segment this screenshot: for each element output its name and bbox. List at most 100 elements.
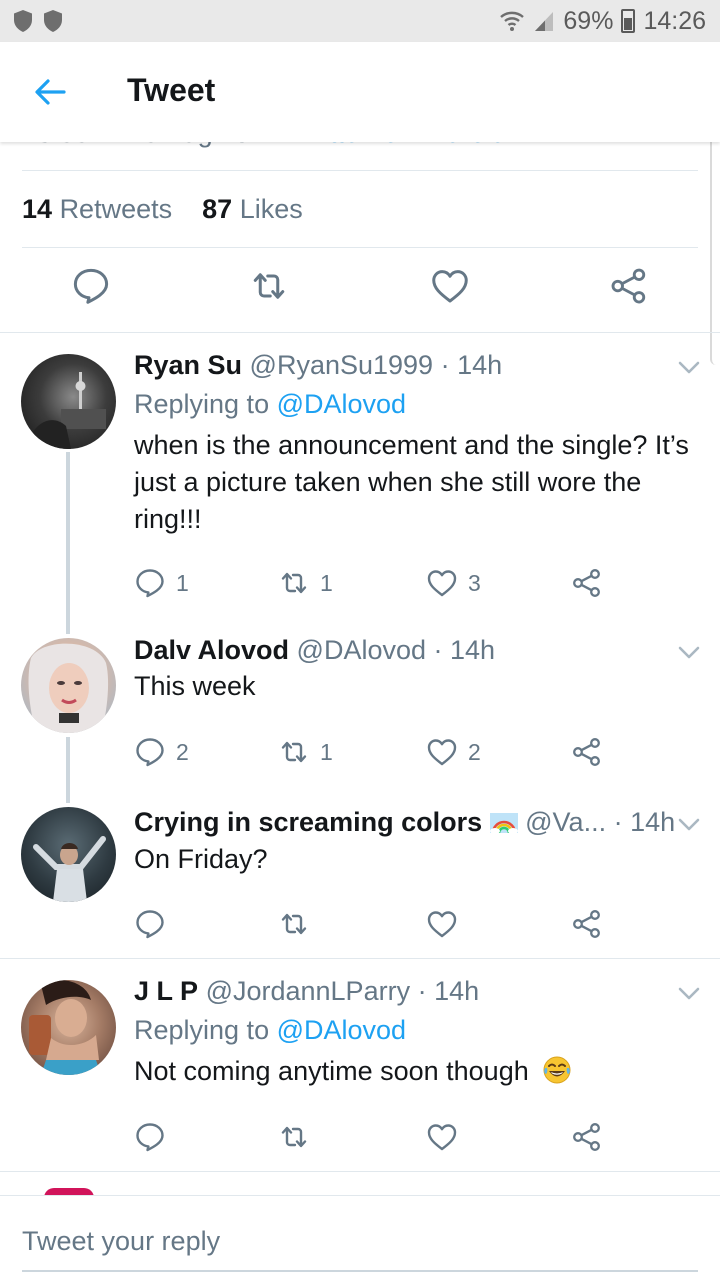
divider [22, 247, 698, 248]
share-icon [571, 736, 603, 768]
retweet-icon [278, 736, 310, 768]
chevron-down-icon[interactable] [678, 987, 700, 1001]
rainbow-emoji-icon [489, 813, 518, 834]
tears-of-joy-emoji-icon [543, 1056, 571, 1084]
likes-stat[interactable]: 87 Likes [202, 194, 303, 224]
display-name[interactable]: Ryan Su [134, 350, 242, 380]
reply-icon [134, 567, 166, 599]
chevron-down-icon[interactable] [678, 818, 700, 832]
like-icon [426, 567, 458, 599]
input-underline [22, 1270, 698, 1272]
shield-icon [14, 10, 32, 32]
reply-time: · 14h [440, 350, 503, 380]
avatar-image [29, 980, 101, 1075]
shield-icon [44, 10, 62, 32]
user-handle[interactable]: @Va... [525, 807, 606, 837]
like-button[interactable]: 2 [426, 736, 481, 768]
reply-header: Crying in screaming colors @Va... · 14h [134, 807, 675, 838]
reply-header: J L P @JordannLParry · 14h [134, 976, 479, 1007]
retweet-button[interactable] [278, 908, 310, 940]
retweet-icon [278, 1121, 310, 1153]
display-name[interactable]: Crying in screaming colors [134, 807, 482, 837]
reply-time: · 14h [417, 976, 480, 1006]
reply-icon[interactable] [71, 266, 111, 306]
reply-text: when is the announcement and the single?… [134, 430, 689, 534]
replying-to: Replying to @DAlovod [134, 389, 406, 420]
display-name[interactable]: Dalv Alovod [134, 635, 289, 665]
reply-input[interactable]: Tweet your reply [22, 1226, 220, 1257]
retweet-count: 1 [320, 569, 333, 596]
share-button[interactable] [571, 908, 603, 940]
retweet-count: 1 [320, 738, 333, 765]
reply-text: On Friday? [134, 844, 268, 874]
reply-text: Not coming anytime soon though [134, 1053, 694, 1090]
like-button[interactable] [426, 908, 458, 940]
reply-text: This week [134, 671, 256, 701]
reply-time: · 14h [433, 635, 496, 665]
like-button[interactable] [426, 1121, 458, 1153]
retweet-button[interactable] [278, 1121, 310, 1153]
reply-button[interactable]: 1 [134, 567, 189, 599]
like-count: 2 [468, 738, 481, 765]
share-icon [571, 908, 603, 940]
reply-header: Ryan Su @RyanSu1999 · 14h [134, 350, 502, 381]
like-button[interactable]: 3 [426, 567, 481, 599]
reply-button[interactable] [134, 1121, 166, 1153]
share-icon [571, 567, 603, 599]
avatar[interactable] [21, 354, 116, 449]
divider [0, 958, 720, 959]
scrollbar[interactable] [710, 125, 720, 365]
replying-to: Replying to @DAlovod [134, 1015, 406, 1046]
avatar-image [28, 643, 109, 733]
avatar-image [33, 836, 106, 902]
avatar[interactable] [21, 807, 116, 902]
wifi-icon [500, 11, 525, 31]
signal-icon [535, 12, 554, 31]
display-name[interactable]: J L P [134, 976, 198, 1006]
divider [22, 170, 698, 171]
notification-icons [12, 9, 64, 33]
replying-handle[interactable]: @DAlovod [277, 1015, 406, 1045]
reply-icon [134, 1121, 166, 1153]
user-handle[interactable]: @JordannLParry [206, 976, 411, 1006]
avatar[interactable] [21, 980, 116, 1075]
reply-count: 1 [176, 569, 189, 596]
user-handle[interactable]: @DAlovod [297, 635, 426, 665]
thread-line [66, 737, 70, 803]
share-icon [571, 1121, 603, 1153]
replying-handle[interactable]: @DAlovod [277, 389, 406, 419]
retweet-icon[interactable] [249, 266, 289, 306]
chevron-down-icon[interactable] [678, 361, 700, 375]
reply-icon [134, 736, 166, 768]
retweets-count: 14 [22, 194, 53, 224]
retweet-icon [278, 567, 310, 599]
share-icon[interactable] [609, 266, 649, 306]
replying-prefix: Replying to [134, 389, 270, 419]
share-button[interactable] [571, 1121, 603, 1153]
avatar[interactable] [21, 638, 116, 733]
retweets-stat[interactable]: 14 Retweets [22, 194, 172, 224]
retweet-button[interactable]: 1 [278, 567, 333, 599]
battery-icon [621, 9, 636, 33]
like-icon[interactable] [430, 266, 470, 306]
chevron-down-icon[interactable] [678, 646, 700, 660]
divider [0, 332, 720, 333]
share-button[interactable] [571, 567, 603, 599]
user-handle[interactable]: @RyanSu1999 [250, 350, 434, 380]
reply-count: 2 [176, 738, 189, 765]
reply-button[interactable] [134, 908, 166, 940]
reply-header: Dalv Alovod @DAlovod · 14h [134, 635, 495, 666]
system-indicators: 69% 14:26 [499, 0, 706, 42]
reply-button[interactable]: 2 [134, 736, 189, 768]
status-bar: 69% 14:26 [0, 0, 720, 42]
retweet-button[interactable]: 1 [278, 736, 333, 768]
back-arrow-icon[interactable] [30, 72, 70, 112]
share-button[interactable] [571, 736, 603, 768]
clock: 14:26 [643, 6, 706, 35]
reply-compose-bar[interactable]: Tweet your reply [0, 1195, 720, 1280]
app-header: Tweet [0, 42, 720, 142]
retweets-label: Retweets [59, 194, 173, 224]
likes-label: Likes [239, 194, 303, 224]
reply-text-content: Not coming anytime soon though [134, 1056, 529, 1086]
like-count: 3 [468, 569, 481, 596]
